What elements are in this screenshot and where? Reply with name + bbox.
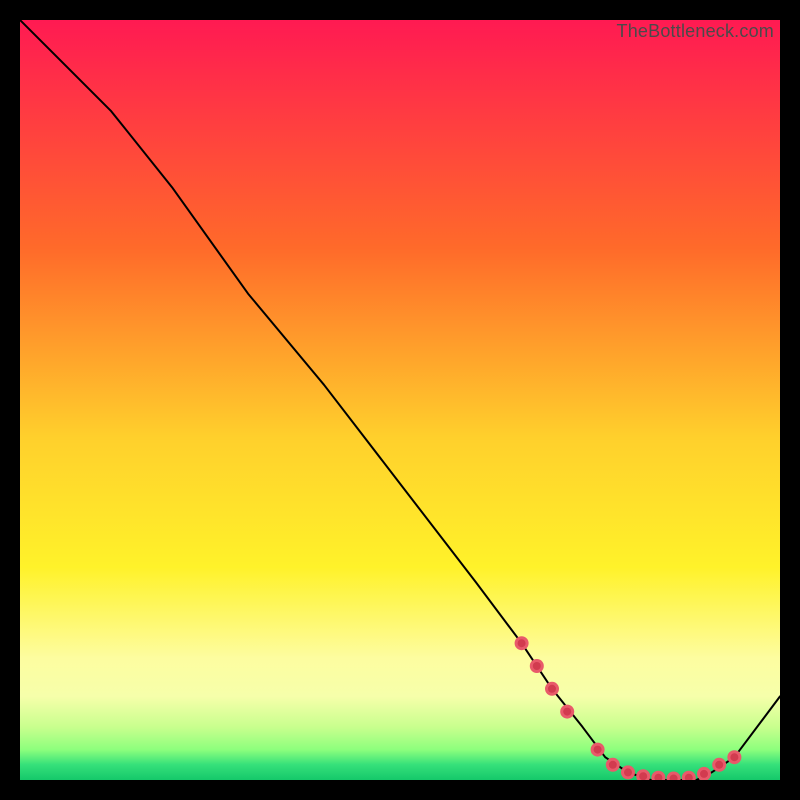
curve-marker-core: [518, 639, 526, 647]
curve-marker-core: [700, 770, 708, 778]
curve-marker-core: [563, 708, 571, 716]
curve-marker-core: [730, 753, 738, 761]
curve-marker-core: [609, 761, 617, 769]
watermark-text: TheBottleneck.com: [617, 22, 774, 40]
bottleneck-curve-line: [20, 20, 780, 780]
curve-marker-core: [624, 768, 632, 776]
curve-marker-core: [594, 746, 602, 754]
chart-plot-area: TheBottleneck.com: [20, 20, 780, 780]
curve-marker-core: [639, 772, 647, 780]
bottleneck-curve-svg: [20, 20, 780, 780]
chart-frame: TheBottleneck.com: [0, 0, 800, 800]
curve-marker-core: [533, 662, 541, 670]
curve-markers: [515, 636, 742, 780]
curve-marker-core: [715, 761, 723, 769]
curve-marker-core: [548, 685, 556, 693]
